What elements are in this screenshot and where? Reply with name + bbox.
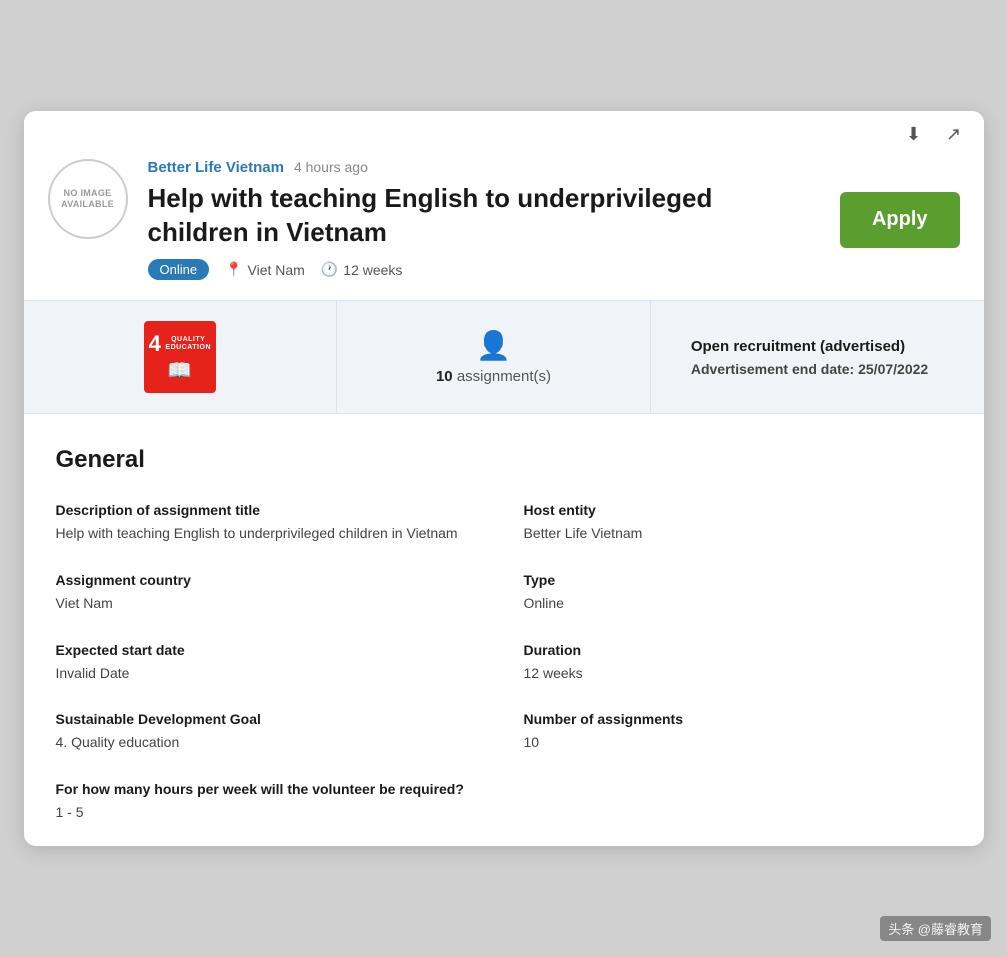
recruitment-cell: Open recruitment (advertised) Advertisem… (651, 301, 984, 413)
assignments-cell: 👤 10 assignment(s) (337, 301, 651, 413)
org-line: Better Life Vietnam 4 hours ago (148, 159, 820, 176)
assignments-count: 10 assignment(s) (436, 368, 551, 385)
field-group: Description of assignment title Help with… (56, 502, 484, 544)
sdg-icon: 4 QUALITY EDUCATION 📖 (144, 321, 216, 393)
field-value: Help with teaching English to underprivi… (56, 524, 484, 544)
job-title: Help with teaching English to underprivi… (148, 182, 820, 250)
location-badge: 📍 Viet Nam (225, 261, 305, 278)
field-group: Expected start date Invalid Date (56, 642, 484, 684)
field-value: 4. Quality education (56, 733, 484, 753)
field-value: Invalid Date (56, 664, 484, 684)
toolbar: ⬇ ↗ (24, 111, 984, 159)
sdg-label-line1: QUALITY (165, 336, 211, 344)
advertisement-end-label: Advertisement end date: 25/07/2022 (691, 361, 928, 377)
field-group: Number of assignments 10 (524, 711, 952, 753)
field-value: 1 - 5 (56, 803, 484, 823)
field-group: Duration 12 weeks (524, 642, 952, 684)
clock-icon: 🕐 (321, 261, 338, 278)
field-group: Host entity Better Life Vietnam (524, 502, 952, 544)
badges: Online 📍 Viet Nam 🕐 12 weeks (148, 259, 820, 280)
location-pin-icon: 📍 (225, 261, 242, 278)
apply-button[interactable]: Apply (840, 192, 960, 248)
field-label: Sustainable Development Goal (56, 711, 484, 727)
field-label: Type (524, 572, 952, 588)
org-logo: NO IMAGE AVAILABLE (48, 159, 128, 239)
stats-bar: 4 QUALITY EDUCATION 📖 👤 10 assignment(s)… (24, 300, 984, 414)
recruitment-date: Advertisement end date: 25/07/2022 (691, 361, 928, 377)
header-content: Better Life Vietnam 4 hours ago Help wit… (148, 159, 820, 281)
duration-badge: 🕐 12 weeks (321, 261, 403, 278)
general-section: General Description of assignment title H… (24, 414, 984, 846)
download-icon[interactable]: ⬇ (900, 121, 928, 149)
empty-cell (524, 781, 952, 823)
sdg-cell: 4 QUALITY EDUCATION 📖 (24, 301, 338, 413)
field-value: Better Life Vietnam (524, 524, 952, 544)
field-group: Sustainable Development Goal 4. Quality e… (56, 711, 484, 753)
field-group: For how many hours per week will the vol… (56, 781, 484, 823)
field-value: Viet Nam (56, 594, 484, 614)
fields-grid: Description of assignment title Help with… (56, 502, 952, 822)
field-label: Description of assignment title (56, 502, 484, 518)
field-label: Expected start date (56, 642, 484, 658)
sdg-book-icon: 📖 (167, 358, 192, 383)
field-label: Number of assignments (524, 711, 952, 727)
sdg-number: 4 (149, 332, 162, 356)
field-value: Online (524, 594, 952, 614)
field-label: For how many hours per week will the vol… (56, 781, 484, 797)
field-label: Duration (524, 642, 952, 658)
recruitment-title: Open recruitment (advertised) (691, 338, 905, 355)
field-label: Assignment country (56, 572, 484, 588)
header-section: NO IMAGE AVAILABLE Better Life Vietnam 4… (24, 159, 984, 301)
field-group: Assignment country Viet Nam (56, 572, 484, 614)
field-group: Type Online (524, 572, 952, 614)
org-name[interactable]: Better Life Vietnam (148, 159, 284, 176)
field-value: 10 (524, 733, 952, 753)
main-card: ⬇ ↗ NO IMAGE AVAILABLE Better Life Vietn… (24, 111, 984, 847)
online-badge: Online (148, 259, 210, 280)
location-text: Viet Nam (248, 262, 305, 278)
sdg-label-line2: EDUCATION (165, 344, 211, 352)
person-icon: 👤 (476, 329, 511, 362)
watermark: 头条 @藤睿教育 (880, 916, 991, 941)
field-label: Host entity (524, 502, 952, 518)
field-value: 12 weeks (524, 664, 952, 684)
duration-text: 12 weeks (343, 262, 402, 278)
share-icon[interactable]: ↗ (940, 121, 968, 149)
section-title: General (56, 446, 952, 474)
time-ago: 4 hours ago (294, 159, 368, 175)
